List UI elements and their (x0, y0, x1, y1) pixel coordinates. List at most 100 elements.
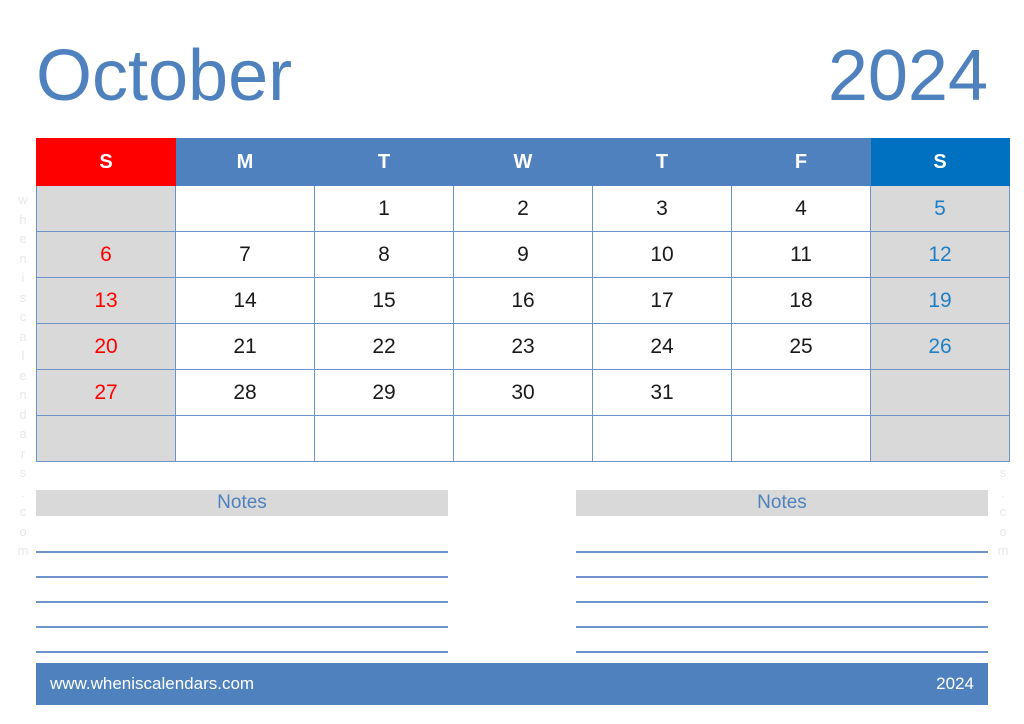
weekday-header-5: F (731, 138, 871, 186)
day-cell[interactable] (592, 415, 732, 462)
day-cell[interactable] (36, 415, 176, 462)
notes-block-left: Notes (36, 490, 448, 653)
day-cell[interactable]: 1 (314, 185, 454, 232)
day-cell[interactable]: 16 (453, 277, 593, 324)
month-title: October (36, 36, 293, 116)
day-cell[interactable]: 9 (453, 231, 593, 278)
watermark-char: s (999, 465, 1007, 480)
calendar-week-row: 27 28 29 30 31 (36, 369, 1010, 416)
day-cell[interactable]: 18 (731, 277, 871, 324)
watermark-char: e (19, 231, 27, 246)
day-cell[interactable] (36, 185, 176, 232)
calendar-grid: SMTWTFS 1 2 3 4 5 6 7 8 9 10 11 12 13 14 15 16 17 18 19 20 2… (36, 138, 1010, 462)
day-cell[interactable]: 15 (314, 277, 454, 324)
watermark-char: e (19, 367, 27, 383)
day-cell[interactable]: 28 (175, 369, 315, 416)
watermark-char: a (19, 426, 27, 441)
day-cell[interactable] (731, 369, 871, 416)
watermark-char: d (19, 406, 27, 422)
day-cell[interactable] (870, 415, 1010, 462)
day-cell[interactable] (453, 415, 593, 462)
day-cell[interactable]: 24 (592, 323, 732, 370)
day-cell[interactable]: 3 (592, 185, 732, 232)
watermark-char: s (19, 465, 27, 480)
day-cell[interactable]: 22 (314, 323, 454, 370)
weekday-header-4: T (592, 138, 732, 186)
watermark-char: n (19, 387, 27, 402)
watermark-char: m (997, 543, 1009, 558)
day-cell[interactable]: 20 (36, 323, 176, 370)
watermark-char: . (1001, 484, 1005, 500)
note-line[interactable] (36, 578, 448, 603)
day-cell[interactable]: 27 (36, 369, 176, 416)
note-line[interactable] (36, 553, 448, 578)
watermark-left: wheniscalendars.com (12, 190, 34, 561)
day-cell[interactable]: 8 (314, 231, 454, 278)
day-cell[interactable] (314, 415, 454, 462)
day-cell[interactable]: 26 (870, 323, 1010, 370)
watermark-char: n (19, 250, 27, 266)
day-cell[interactable] (175, 185, 315, 232)
calendar-body: 1 2 3 4 5 6 7 8 9 10 11 12 13 14 15 16 17 18 19 20 21 22 23 24 2… (36, 185, 1010, 462)
day-cell[interactable]: 10 (592, 231, 732, 278)
page-title: October 2024 (36, 28, 988, 124)
day-cell[interactable]: 17 (592, 277, 732, 324)
day-cell[interactable]: 21 (175, 323, 315, 370)
weekday-header-6: S (870, 138, 1010, 186)
notes-title-left: Notes (36, 490, 448, 516)
note-line[interactable] (36, 628, 448, 653)
day-cell[interactable]: 6 (36, 231, 176, 278)
weekday-header-1: M (175, 138, 315, 186)
calendar-week-row (36, 415, 1010, 462)
notes-block-right: Notes (576, 490, 988, 653)
watermark-char: c (19, 504, 27, 519)
note-line[interactable] (36, 528, 448, 553)
note-line[interactable] (576, 553, 988, 578)
day-cell[interactable]: 13 (36, 277, 176, 324)
day-cell[interactable]: 19 (870, 277, 1010, 324)
day-cell[interactable]: 31 (592, 369, 732, 416)
footer-year: 2024 (936, 674, 974, 693)
weekday-header-0: S (36, 138, 176, 186)
watermark-char: . (21, 484, 25, 500)
note-line[interactable] (576, 578, 988, 603)
watermark-char: s (19, 289, 27, 305)
notes-lines-right[interactable] (576, 528, 988, 653)
watermark-char: c (19, 309, 27, 324)
watermark-char: i (21, 270, 25, 285)
watermark-char: a (19, 328, 27, 344)
weekday-header-3: W (453, 138, 593, 186)
watermark-char: m (17, 543, 29, 558)
footer-bar: www.wheniscalendars.com 2024 (36, 663, 988, 705)
note-line[interactable] (576, 528, 988, 553)
day-cell[interactable] (731, 415, 871, 462)
day-cell[interactable] (870, 369, 1010, 416)
note-line[interactable] (576, 603, 988, 628)
day-cell[interactable]: 29 (314, 369, 454, 416)
notes-lines-left[interactable] (36, 528, 448, 653)
watermark-char: w (18, 192, 28, 207)
note-line[interactable] (576, 628, 988, 653)
watermark-char: o (999, 523, 1007, 539)
day-cell[interactable]: 12 (870, 231, 1010, 278)
weekday-header-2: T (314, 138, 454, 186)
watermark-char: o (19, 523, 27, 539)
day-cell[interactable]: 7 (175, 231, 315, 278)
day-cell[interactable]: 11 (731, 231, 871, 278)
day-cell[interactable]: 2 (453, 185, 593, 232)
watermark-char: l (21, 348, 25, 363)
day-cell[interactable]: 5 (870, 185, 1010, 232)
day-cell[interactable]: 14 (175, 277, 315, 324)
day-cell[interactable]: 25 (731, 323, 871, 370)
watermark-char: c (999, 504, 1007, 519)
calendar-week-row: 13 14 15 16 17 18 19 (36, 277, 1010, 324)
day-cell[interactable]: 23 (453, 323, 593, 370)
calendar-week-row: 6 7 8 9 10 11 12 (36, 231, 1010, 278)
note-line[interactable] (36, 603, 448, 628)
day-cell[interactable] (175, 415, 315, 462)
watermark-char: h (19, 211, 27, 227)
day-cell[interactable]: 4 (731, 185, 871, 232)
calendar-week-row: 20 21 22 23 24 25 26 (36, 323, 1010, 370)
footer-website-link[interactable]: www.wheniscalendars.com (50, 674, 254, 694)
day-cell[interactable]: 30 (453, 369, 593, 416)
